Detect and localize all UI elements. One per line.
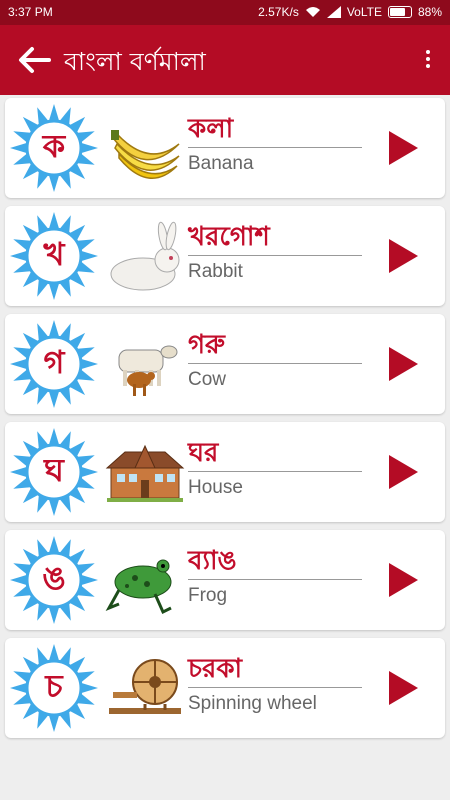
word-bengali: খরগোশ (188, 222, 270, 252)
letter-badge: ঘ (9, 427, 99, 517)
cow-image (105, 324, 185, 404)
battery-icon (387, 6, 412, 18)
list-item-6[interactable]: চ চরকা Spinning wheel (5, 638, 445, 738)
play-icon[interactable] (381, 560, 421, 600)
play-icon[interactable] (381, 668, 421, 708)
word-english: Rabbit (188, 261, 243, 282)
network-type: VoLTE (346, 5, 382, 19)
banana-image (105, 108, 185, 188)
word-english: Banana (188, 153, 254, 174)
status-indicators: 2.57K/s VoLTE 88% (258, 5, 442, 19)
list-item-4[interactable]: ঘ ঘর House (5, 422, 445, 522)
list-item-1[interactable]: ক কলা Banana (5, 98, 445, 198)
letter: ক (42, 127, 66, 165)
word-bengali: কলা (188, 114, 234, 144)
signal-icon (326, 6, 341, 18)
word-bengali: চরকা (188, 654, 243, 684)
word-bengali: গরু (188, 330, 225, 360)
rabbit-image (105, 216, 185, 296)
divider (188, 579, 362, 580)
divider (188, 255, 362, 256)
list-item-5[interactable]: ঙ ব্যাঙ Frog (5, 530, 445, 630)
play-icon[interactable] (381, 344, 421, 384)
letter-badge: ঙ (9, 535, 99, 625)
letter-badge: গ (9, 319, 99, 409)
play-icon[interactable] (381, 236, 421, 276)
frog-image (105, 540, 185, 620)
arrow-left-icon[interactable] (16, 45, 52, 75)
more-vert-icon[interactable] (418, 47, 438, 73)
status-bar: 3:37 PM 2.57K/s VoLTE 88% (0, 0, 450, 25)
word-bengali: ঘর (188, 438, 219, 468)
house-image (105, 432, 185, 512)
app-bar: বাংলা বর্ণমালা (0, 25, 450, 95)
word-english: Cow (188, 369, 227, 390)
page-title: বাংলা বর্ণমালা (64, 47, 206, 76)
status-time: 3:37 PM (8, 5, 53, 19)
play-icon[interactable] (381, 128, 421, 168)
letter-badge: ক (9, 103, 99, 193)
letter: চ (45, 667, 63, 705)
battery-percent: 88% (417, 5, 442, 19)
divider (188, 471, 362, 472)
spinning-wheel-image (105, 648, 185, 728)
network-speed: 2.57K/s (258, 5, 299, 19)
alphabet-list: ক কলা Banana খ খরগোশ Rabbit গ গরু Cow ঘ … (5, 98, 445, 746)
play-icon[interactable] (381, 452, 421, 492)
letter: গ (43, 343, 65, 381)
word-bengali: ব্যাঙ (188, 546, 237, 576)
wifi-icon (305, 7, 320, 17)
letter: ঙ (42, 559, 66, 597)
letter-badge: চ (9, 643, 99, 733)
list-item-3[interactable]: গ গরু Cow (5, 314, 445, 414)
list-item-2[interactable]: খ খরগোশ Rabbit (5, 206, 445, 306)
divider (188, 687, 362, 688)
divider (188, 147, 362, 148)
letter: খ (43, 235, 65, 273)
word-english: Spinning wheel (188, 693, 317, 714)
word-english: House (188, 477, 243, 498)
divider (188, 363, 362, 364)
letter: ঘ (44, 451, 64, 489)
word-english: Frog (188, 585, 228, 606)
letter-badge: খ (9, 211, 99, 301)
